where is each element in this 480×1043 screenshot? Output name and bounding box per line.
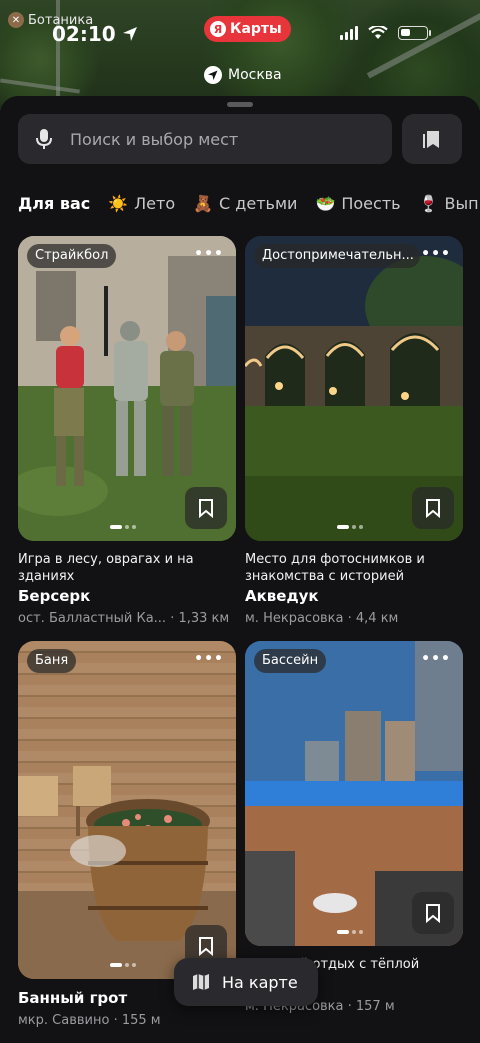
wine-glass-icon: 🍷 [418,193,439,213]
chip-eat[interactable]: 🥗 Поесть [315,190,400,216]
place-meta: ост. Балластный Ка... · 1,33 км [18,611,230,626]
sheet-grabber[interactable] [227,102,253,107]
more-options-icon[interactable]: ••• [421,246,451,262]
chip-for-you[interactable]: Для вас [18,190,90,216]
navigation-arrow-icon [204,66,222,84]
show-on-map-label: На карте [222,972,298,992]
place-card[interactable]: Достопримечательн... ••• Место для фотос… [245,236,463,626]
fork-knife-icon: ✕ [8,12,24,28]
yandex-logo-icon: Я [210,21,226,37]
microphone-icon[interactable] [18,128,70,150]
place-photo[interactable]: Бассейн ••• [245,641,463,946]
current-city[interactable]: Москва [204,66,282,84]
save-button[interactable] [185,487,227,529]
clock: 02:10 [52,22,138,46]
place-meta: м. Некрасовка · 4,4 км [245,611,399,626]
save-button[interactable] [412,892,454,934]
chip-label: Выпить [444,193,480,213]
chip-drink[interactable]: 🍷 Выпить [419,190,480,216]
map-icon [193,974,209,990]
category-tag: Достопримечательн... [254,244,420,268]
place-card[interactable]: Страйкбол ••• Игра в лесу, оврагах и на … [18,236,236,626]
category-tag: Страйкбол [27,244,117,268]
app-name: Карты [230,21,282,37]
discovery-sheet: Поиск и выбор мест Для вас ☀️ Лето 🧸 С д… [0,96,480,1043]
show-on-map-button[interactable]: На карте [174,958,318,1006]
place-photo[interactable]: Достопримечательн... ••• [245,236,463,541]
photo-pagination [110,963,136,967]
bookmark-icon [426,499,440,518]
place-photo[interactable]: Баня ••• [18,641,236,979]
bookmark-icon [199,937,213,956]
place-description: Игра в лесу, оврагах и на зданиях [18,552,194,584]
category-tag: Бассейн [254,649,327,673]
status-bar: ✕ Ботаника 02:10 Я Карты [0,0,480,64]
category-chips: Для вас ☀️ Лето 🧸 С детьми 🥗 Поесть 🍷 Вы… [18,190,480,216]
search-input[interactable]: Поиск и выбор мест [70,130,238,149]
city-label: Москва [228,67,282,83]
photo-pagination [337,930,363,934]
salad-icon: 🥗 [315,193,336,213]
bookmark-icon [199,499,213,518]
more-options-icon[interactable]: ••• [421,651,451,667]
battery-icon [398,26,428,40]
app-badge[interactable]: Я Карты [204,16,291,42]
place-title[interactable]: Акведук [245,587,463,605]
category-tag: Баня [27,649,77,673]
location-arrow-icon [122,27,137,41]
bookmarks-icon [423,131,439,148]
chip-with-kids[interactable]: 🧸 С детьми [193,190,297,216]
system-icons [340,26,431,40]
time-text: 02:10 [52,22,116,46]
place-meta: мкр. Саввино · 155 м [18,1013,161,1028]
place-title[interactable]: Берсерк [18,587,236,605]
sun-icon: ☀️ [108,193,129,213]
chip-label: Лето [134,193,176,213]
wifi-icon [368,26,388,39]
bookmarks-button[interactable] [402,114,462,164]
cellular-signal-icon [340,26,358,40]
search-bar[interactable]: Поиск и выбор мест [18,114,392,164]
bookmark-icon [426,904,440,923]
save-button[interactable] [412,487,454,529]
more-options-icon[interactable]: ••• [194,246,224,262]
more-options-icon[interactable]: ••• [194,651,224,667]
chip-label: Поесть [341,193,401,213]
chip-summer[interactable]: ☀️ Лето [108,190,175,216]
photo-pagination [337,525,363,529]
place-photo[interactable]: Страйкбол ••• [18,236,236,541]
teddy-bear-icon: 🧸 [193,193,214,213]
place-description: Место для фотоснимков и знакомства с ист… [245,552,425,584]
chip-label: Для вас [18,193,91,213]
chip-label: С детьми [219,193,298,213]
photo-pagination [110,525,136,529]
